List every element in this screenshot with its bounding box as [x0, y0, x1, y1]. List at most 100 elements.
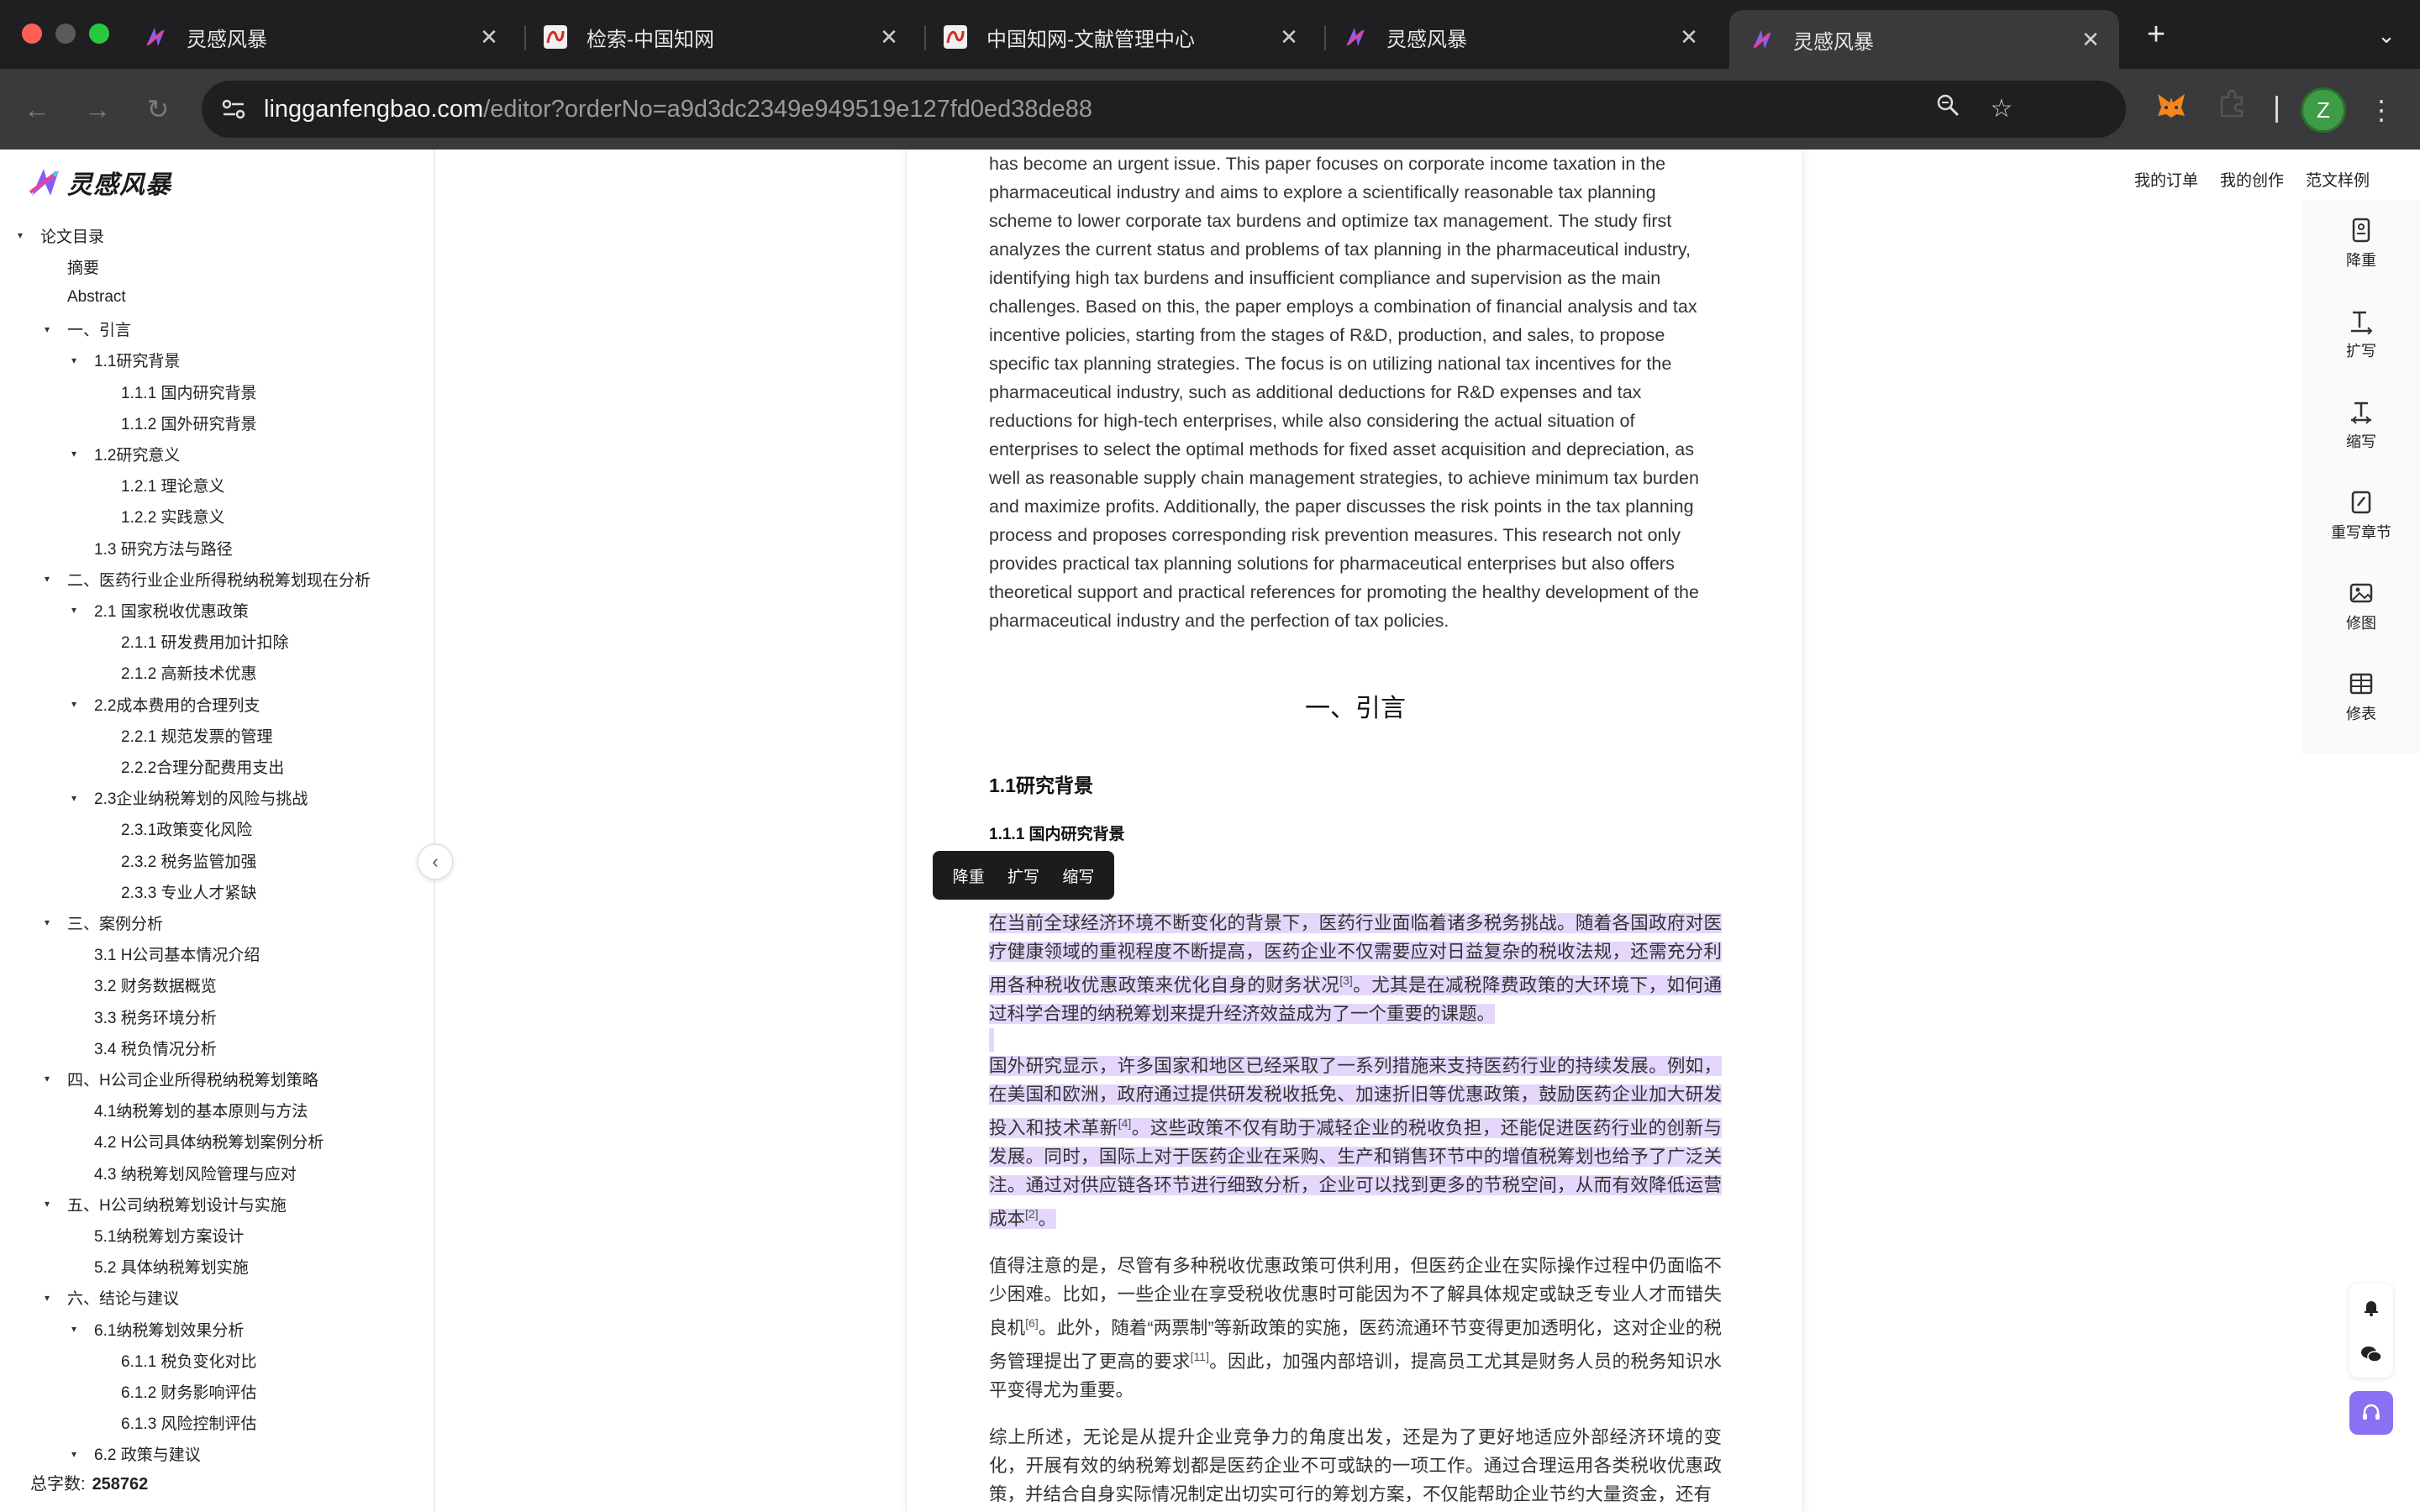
tool-reduce-duplication[interactable]: 降重 [2302, 217, 2420, 270]
toc-item[interactable]: ▾1.3 研究方法与路径 [66, 533, 233, 563]
tool-rewrite-chapter[interactable]: 重写章节 [2302, 489, 2420, 543]
paragraph-3[interactable]: 值得注意的是，尽管有多种税收优惠政策可供利用，但医药企业在实际操作过程中仍面临不… [989, 1252, 1722, 1404]
citation[interactable]: [3] [1339, 974, 1353, 987]
collapse-sidebar-chevron-left-icon[interactable]: ‹ [417, 843, 454, 880]
toc-item[interactable]: ▾ 三、案例分析 [39, 907, 163, 937]
toc-item[interactable]: ▾ 1.1研究背景 [66, 345, 180, 375]
toc-item[interactable]: ▾1.1.2 国外研究背景 [92, 407, 257, 438]
toc-item[interactable]: ▾ 六、结论与建议 [39, 1283, 179, 1313]
back-arrow-icon[interactable]: ← [20, 92, 54, 126]
new-tab-button[interactable]: + [2138, 17, 2175, 54]
toc-item[interactable]: ▾3.2 财务数据概览 [66, 970, 217, 1000]
caret-down-icon[interactable]: ▾ [39, 1292, 55, 1304]
citation[interactable]: [11] [1191, 1350, 1209, 1363]
bookmark-star-icon[interactable]: ☆ [1985, 92, 2018, 126]
close-icon[interactable]: ✕ [472, 24, 506, 50]
caret-down-icon[interactable]: ▾ [66, 354, 82, 366]
toc-item[interactable]: ▾ 一、引言 [39, 314, 131, 344]
nav-my-orders[interactable]: 我的订单 [2134, 168, 2198, 191]
caret-down-icon[interactable]: ▾ [39, 573, 55, 585]
address-bar[interactable]: lingganfengbao.com/editor?orderNo=a9d3dc… [202, 81, 2126, 138]
zoom-window-button[interactable] [89, 24, 109, 44]
toc-item[interactable]: ▾3.4 税负情况分析 [66, 1032, 217, 1063]
caret-down-icon[interactable]: ▾ [66, 698, 82, 710]
selected-paragraph-2[interactable]: 国外研究显示，许多国家和地区已经采取了一系列措施来支持医药行业的持续发展。例如，… [989, 1052, 1722, 1233]
toc-item[interactable]: ▾2.1.1 研发费用加计扣除 [92, 627, 289, 657]
caret-down-icon[interactable]: ▾ [39, 1198, 55, 1210]
toc-item[interactable]: ▾ 2.2成本费用的合理列支 [66, 689, 260, 719]
browser-tab-4[interactable]: 灵感风暴 ✕ [1323, 10, 1718, 64]
caret-down-icon[interactable]: ▾ [66, 792, 82, 804]
wechat-icon[interactable] [2349, 1331, 2393, 1378]
toc-item[interactable]: ▾ 2.1 国家税收优惠政策 [66, 595, 249, 625]
close-icon[interactable]: ✕ [1672, 24, 1706, 50]
toc-item[interactable]: ▾6.1.1 税负变化对比 [92, 1345, 257, 1375]
toc-item[interactable]: ▾6.1.2 财务影响评估 [92, 1376, 257, 1406]
browser-tab-2[interactable]: 检索-中国知网 ✕ [523, 10, 918, 64]
minimize-window-button[interactable] [55, 24, 76, 44]
toc-item[interactable]: ▾1.1.1 国内研究背景 [92, 376, 257, 407]
toc-item[interactable]: ▾2.3.1政策变化风险 [92, 814, 252, 844]
toc-item[interactable]: ▾5.1纳税筹划方案设计 [66, 1220, 244, 1250]
close-window-button[interactable] [22, 24, 42, 44]
toc-item[interactable]: ▾ 6.2 政策与建议 [66, 1439, 201, 1469]
reduce-duplication-button[interactable]: 降重 [953, 864, 985, 887]
toc-item[interactable]: ▾3.1 H公司基本情况介绍 [66, 939, 260, 969]
browser-tab-1[interactable]: 灵感风暴 ✕ [123, 10, 518, 64]
selected-paragraph-1[interactable]: 在当前全球经济环境不断变化的背景下，医药行业面临着诸多税务挑战。随着各国政府对医… [989, 909, 1722, 1028]
shorten-button[interactable]: 缩写 [1062, 864, 1094, 887]
toc-item[interactable]: ▾2.1.2 高新技术优惠 [92, 658, 257, 688]
browser-tab-5-active[interactable]: 灵感风暴 ✕ [1729, 10, 2119, 69]
toc-item[interactable]: ▾3.3 税务环境分析 [66, 1001, 217, 1032]
toc-item[interactable]: ▾ 6.1纳税筹划效果分析 [66, 1314, 244, 1344]
url-text[interactable]: lingganfengbao.com/editor?orderNo=a9d3dc… [264, 96, 1092, 123]
section-heading[interactable]: 1.1研究背景 [989, 769, 1093, 798]
tool-edit-image[interactable]: 修图 [2302, 580, 2420, 633]
toc-item[interactable]: ▾6.1.3 风险控制评估 [92, 1408, 257, 1438]
toc-item[interactable]: ▾ 二、医药行业企业所得税纳税筹划现在分析 [39, 564, 371, 594]
notification-bell-icon[interactable] [2349, 1284, 2393, 1331]
toc-item[interactable]: ▾4.1纳税筹划的基本原则与方法 [66, 1095, 308, 1126]
close-icon[interactable]: ✕ [2074, 27, 2107, 53]
site-info-icon[interactable] [218, 94, 249, 124]
citation[interactable]: [4] [1118, 1116, 1132, 1130]
app-logo[interactable]: 灵感风暴 [27, 160, 171, 205]
caret-down-icon[interactable]: ▾ [66, 448, 82, 459]
zoom-magnifier-icon[interactable] [1931, 92, 1965, 126]
toc-item[interactable]: ▾2.2.2合理分配费用支出 [92, 751, 284, 781]
toc-item[interactable]: ▾摘要 [39, 251, 99, 281]
toc-item[interactable]: ▾1.2.2 实践意义 [92, 501, 225, 532]
subsection-heading[interactable]: 1.1.1 国内研究背景 [989, 822, 1125, 844]
tool-edit-table[interactable]: 修表 [2302, 670, 2420, 724]
toc-item[interactable]: ▾ 1.2研究意义 [66, 438, 180, 469]
toc-item[interactable]: ▾Abstract [39, 282, 126, 312]
toc-item[interactable]: ▾2.3.2 税务监管加强 [92, 845, 257, 875]
profile-avatar[interactable]: Z [2301, 87, 2346, 133]
toc-item[interactable]: ▾2.2.1 规范发票的管理 [92, 720, 273, 750]
toc-item[interactable]: ▾4.3 纳税筹划风险管理与应对 [66, 1158, 297, 1188]
tab-search-chevron-icon[interactable]: ⌄ [2370, 18, 2403, 52]
caret-down-icon[interactable]: ▾ [39, 1073, 55, 1084]
citation[interactable]: [2] [1025, 1207, 1039, 1221]
nav-my-creations[interactable]: 我的创作 [2220, 168, 2284, 191]
caret-down-icon[interactable]: ▾ [12, 229, 29, 241]
toc-item[interactable]: ▾ 四、H公司企业所得税纳税筹划策略 [39, 1063, 318, 1094]
caret-down-icon[interactable]: ▾ [66, 604, 82, 616]
caret-down-icon[interactable]: ▾ [39, 916, 55, 928]
caret-down-icon[interactable]: ▾ [66, 1323, 82, 1335]
customer-support-headset-icon[interactable] [2349, 1391, 2393, 1435]
toc-item[interactable]: ▾2.3.3 专业人才紧缺 [92, 876, 257, 906]
browser-tab-3[interactable]: 中国知网-文献管理中心 ✕ [923, 10, 1318, 64]
metamask-fox-icon[interactable] [2151, 89, 2191, 129]
abstract-english-paragraph[interactable]: has become an urgent issue. This paper f… [989, 150, 1722, 635]
toc-item[interactable]: ▾4.2 H公司具体纳税筹划案例分析 [66, 1126, 324, 1157]
close-icon[interactable]: ✕ [872, 24, 906, 50]
reload-icon[interactable]: ↻ [141, 92, 175, 126]
paragraph-4[interactable]: 综上所述，无论是从提升企业竞争力的角度出发，还是为了更好地适应外部经济环境的变化… [989, 1423, 1722, 1509]
chapter-heading[interactable]: 一、引言 [989, 687, 1722, 724]
nav-sample-essays[interactable]: 范文样例 [2306, 168, 2370, 191]
citation[interactable]: [6] [1025, 1316, 1039, 1330]
toc-item[interactable]: ▾1.2.1 理论意义 [92, 470, 225, 501]
extensions-puzzle-icon[interactable] [2212, 89, 2252, 129]
more-menu-icon[interactable]: ⋮ [2368, 91, 2395, 129]
